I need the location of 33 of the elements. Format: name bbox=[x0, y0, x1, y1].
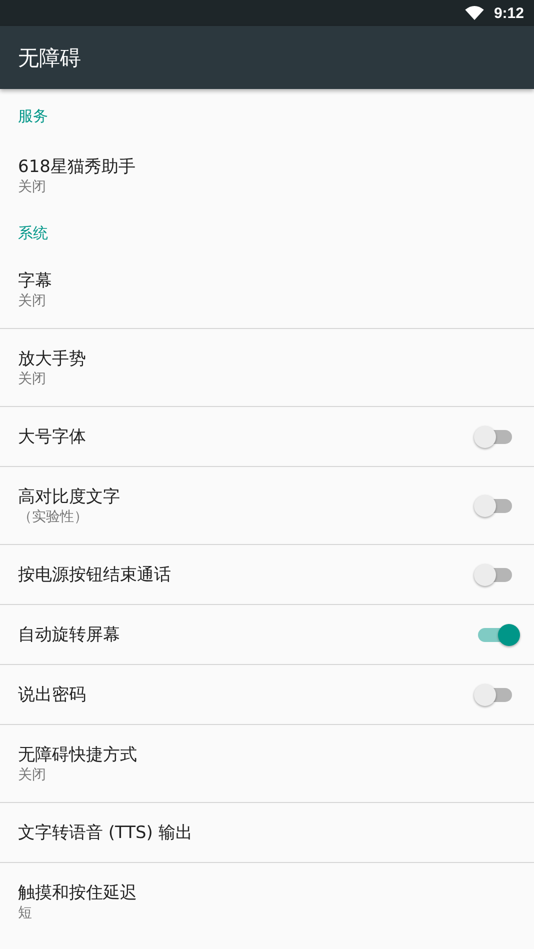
settings-item[interactable]: 无障碍快捷方式 关闭 bbox=[0, 725, 534, 802]
section-header: 服务 bbox=[17, 106, 49, 127]
item-title: 触摸和按住延迟 bbox=[18, 882, 138, 904]
item-title: 大号字体 bbox=[18, 426, 87, 448]
settings-item[interactable]: 高对比度文字 （实验性） bbox=[0, 467, 534, 544]
settings-item[interactable]: 放大手势 关闭 bbox=[0, 329, 534, 406]
item-title: 说出密码 bbox=[18, 684, 87, 706]
settings-item[interactable]: 文字转语音 (TTS) 输出 bbox=[0, 803, 534, 862]
section-header: 系统 bbox=[17, 223, 49, 244]
item-title: 按电源按钮结束通话 bbox=[18, 564, 172, 586]
settings-item[interactable]: 触摸和按住延迟 短 bbox=[0, 863, 534, 940]
item-title: 放大手势 bbox=[18, 348, 87, 370]
settings-item[interactable]: 按电源按钮结束通话 bbox=[0, 545, 534, 604]
settings-item[interactable]: 大号字体 bbox=[0, 407, 534, 466]
item-title: 无障碍快捷方式 bbox=[18, 744, 138, 766]
screen-title: 无障碍 bbox=[18, 44, 81, 72]
item-title: 618星猫秀助手 bbox=[18, 156, 136, 178]
item-summary: 短 bbox=[18, 904, 33, 922]
item-summary: 关闭 bbox=[18, 292, 47, 310]
item-summary: （实验性） bbox=[18, 508, 89, 526]
settings-item[interactable]: 说出密码 bbox=[0, 665, 534, 724]
item-summary: 关闭 bbox=[18, 370, 47, 388]
item-summary: 关闭 bbox=[18, 766, 47, 784]
item-title: 字幕 bbox=[18, 270, 53, 292]
item-summary: 关闭 bbox=[18, 178, 47, 196]
status-time: 9:12 bbox=[494, 4, 524, 22]
wifi-icon bbox=[464, 6, 484, 20]
item-title: 自动旋转屏幕 bbox=[18, 624, 121, 646]
item-title: 高对比度文字 bbox=[18, 486, 121, 508]
settings-item[interactable]: 字幕 关闭 bbox=[0, 251, 534, 328]
settings-item[interactable]: 自动旋转屏幕 bbox=[0, 605, 534, 664]
item-title: 文字转语音 (TTS) 输出 bbox=[18, 822, 194, 844]
settings-item[interactable]: 618星猫秀助手 关闭 bbox=[0, 137, 534, 214]
